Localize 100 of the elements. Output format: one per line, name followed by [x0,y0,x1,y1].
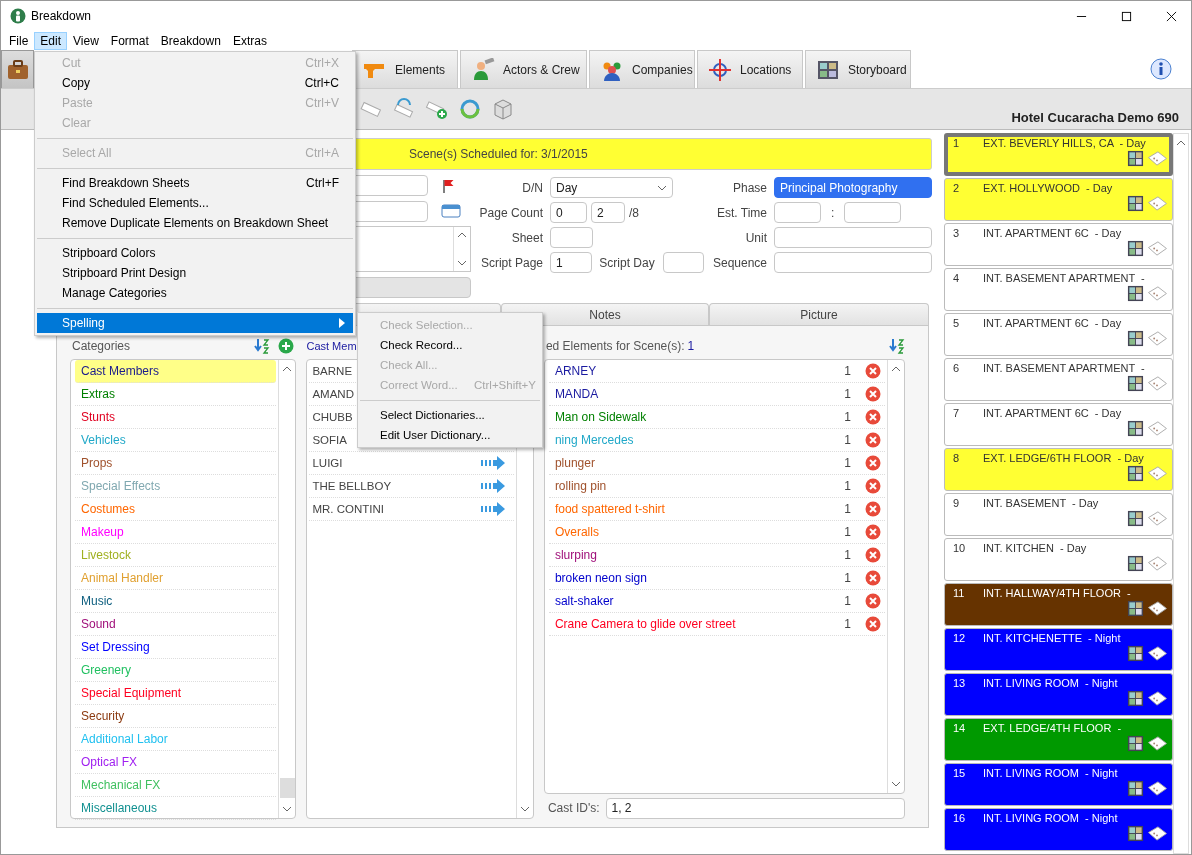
scene-strip[interactable]: 14 EXT. LEDGE/4TH FLOOR - [944,718,1173,761]
sheet-icon[interactable] [1146,780,1168,797]
add-icon[interactable] [278,338,295,354]
phase-field[interactable]: Principal Photography [774,177,932,198]
remove-icon[interactable] [865,386,881,402]
scene-strip[interactable]: 3 INT. APARTMENT 6C - Day [944,223,1173,266]
scene-strip[interactable]: 8 EXT. LEDGE/6TH FLOOR - Day [944,448,1173,491]
module-tab[interactable] [1,50,34,88]
scroll-up-icon[interactable] [457,231,467,238]
menu-item[interactable]: Extras [226,31,273,50]
storyboard-icon[interactable] [1127,150,1144,167]
category-row[interactable]: Stunts [75,406,277,429]
storyboard-icon[interactable] [1127,780,1144,797]
input-field[interactable] [774,202,821,223]
menu-item[interactable]: Check Record... [360,335,540,355]
input-field[interactable]: 1 [550,252,593,273]
scroll-thumb[interactable] [279,778,295,798]
sort-icon[interactable] [254,338,271,354]
element-item[interactable]: broken neon sign [548,571,647,585]
input-field[interactable] [844,202,902,223]
scroll-down-icon[interactable] [457,259,467,266]
menu-item[interactable]: Edit User Dictionary... [360,425,540,445]
element-item[interactable]: plunger [548,456,595,470]
category-row[interactable]: Props [75,452,277,475]
dn-select[interactable]: Day [550,177,673,198]
cast-item[interactable]: AMAND [309,388,354,400]
input-field[interactable] [774,227,932,248]
scene-strip[interactable]: 10 INT. KITCHEN - Day [944,538,1173,581]
remove-icon[interactable] [865,363,881,379]
sheet-icon[interactable] [1146,690,1168,707]
maximize-icon[interactable] [1121,10,1132,22]
scene-strip[interactable]: 2 EXT. HOLLYWOOD - Day [944,178,1173,221]
menu-item[interactable]: Spelling [37,313,353,333]
menu-item[interactable]: Edit [34,31,68,50]
storyboard-icon[interactable] [1127,285,1144,302]
menu-item[interactable]: Stripboard Colors [37,243,353,263]
input-field[interactable] [774,252,932,273]
element-item[interactable]: MANDA [548,387,599,401]
category-row[interactable]: Cast Members [75,360,277,383]
remove-icon[interactable] [865,570,881,586]
storyboard-icon[interactable] [1127,330,1144,347]
input-field[interactable]: 0 [550,202,587,223]
menu-item[interactable]: Find Scheduled Elements... [37,193,353,213]
box-icon[interactable] [491,97,515,121]
menu-item[interactable]: View [67,31,105,50]
refresh-icon[interactable] [458,97,482,121]
menu-item[interactable]: Select Dictionaries... [360,405,540,425]
category-row[interactable]: Security [75,705,277,728]
module-tab[interactable]: Storyboard [805,50,911,88]
scroll-down-icon[interactable] [891,781,901,787]
cast-item[interactable]: BARNE [309,365,353,377]
scene-strip[interactable]: 16 INT. LIVING ROOM - Night [944,808,1173,851]
storyboard-icon[interactable] [1127,825,1144,842]
element-item[interactable]: salt-shaker [548,594,614,608]
cast-item[interactable]: CHUBB [309,411,353,423]
scroll-down-icon[interactable] [282,806,293,812]
storyboard-icon[interactable] [1127,375,1144,392]
cast-item[interactable]: MR. CONTINI [309,503,384,515]
element-item[interactable]: slurping [548,548,597,562]
category-row[interactable]: Optical FX [75,751,277,774]
module-tab[interactable]: Companies [589,50,695,88]
storyboard-icon[interactable] [1127,735,1144,752]
remove-icon[interactable] [865,409,881,425]
storyboard-icon[interactable] [1127,465,1144,482]
remove-icon[interactable] [865,455,881,471]
scroll-down-icon[interactable] [519,806,530,812]
menu-item[interactable]: Stripboard Print Design [37,263,353,283]
calendar-icon[interactable] [440,203,463,220]
category-row[interactable]: Set Dressing [75,636,277,659]
remove-icon[interactable] [865,432,881,448]
scene-strip[interactable]: 11 INT. HALLWAY/4TH FLOOR - [944,583,1173,626]
storyboard-icon[interactable] [1127,690,1144,707]
menu-item[interactable]: File [3,31,35,50]
input-field[interactable] [662,252,704,273]
scene-strip[interactable]: 5 INT. APARTMENT 6C - Day [944,313,1173,356]
storyboard-icon[interactable] [1127,420,1144,437]
sort-icon[interactable] [889,338,905,354]
menu-item[interactable]: Copy Ctrl+C [37,73,353,93]
category-row[interactable]: Miscellaneous [75,797,277,820]
element-item[interactable]: rolling pin [548,479,607,493]
storyboard-icon[interactable] [1127,555,1144,572]
input-field[interactable]: 2 [591,202,625,223]
storyboard-icon[interactable] [1127,600,1144,617]
remove-icon[interactable] [865,547,881,563]
arrow-icon[interactable] [479,479,506,493]
cast-ids-field[interactable]: 1, 2 [605,797,905,819]
scene-strip[interactable]: 6 INT. BASEMENT APARTMENT - [944,358,1173,401]
arrow-icon[interactable] [479,502,506,516]
remove-icon[interactable] [865,501,881,517]
category-row[interactable]: Sound [75,613,277,636]
category-row[interactable]: Special Equipment [75,682,277,705]
category-row[interactable]: Music [75,590,277,613]
scroll-up-icon[interactable] [282,366,293,372]
remove-icon[interactable] [865,616,881,632]
scene-strip[interactable]: 4 INT. BASEMENT APARTMENT - [944,268,1173,311]
menu-item[interactable]: Manage Categories [37,283,353,303]
scene-strip[interactable]: 1 EXT. BEVERLY HILLS, CA - Day [944,133,1173,176]
remove-icon[interactable] [865,478,881,494]
arrow-icon[interactable] [479,456,506,470]
element-item[interactable]: ARNEY [548,364,597,378]
